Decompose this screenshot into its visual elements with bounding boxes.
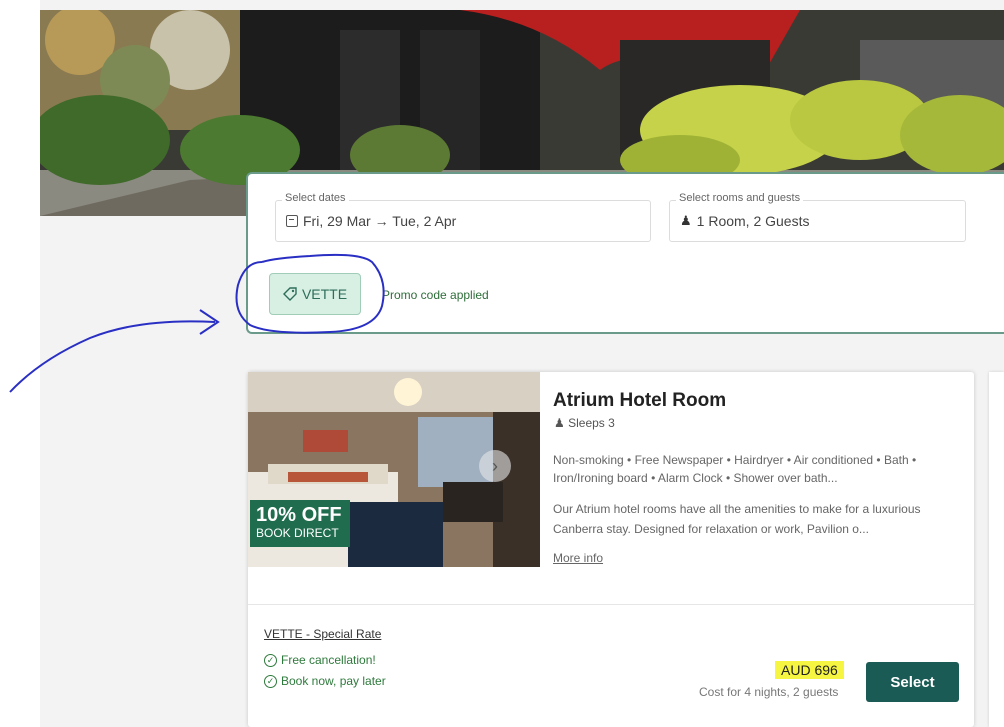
room-description: Our Atrium hotel rooms have all the amen… (553, 502, 921, 536)
rooms-value: 1 Room, 2 Guests (696, 213, 810, 229)
perk-text: Free cancellation! (281, 653, 376, 667)
rooms-guests-field[interactable]: Select rooms and guests ♟ 1 Room, 2 Gues… (669, 192, 966, 242)
dates-value: Fri, 29 Mar → Tue, 2 Apr (303, 213, 457, 229)
carousel-next-button[interactable]: › (479, 450, 511, 482)
check-circle-icon: ✓ (264, 674, 277, 688)
dates-field[interactable]: Select dates Fri, 29 Mar → Tue, 2 Apr (275, 192, 651, 242)
room-photo[interactable]: › 10% OFF BOOK DIRECT (248, 372, 540, 567)
booking-search-panel: Select dates Fri, 29 Mar → Tue, 2 Apr Se… (246, 172, 1004, 334)
perk-text: Book now, pay later (281, 674, 386, 688)
amenities-list: Non-smoking • Free Newspaper • Hairdryer… (553, 453, 917, 485)
card-divider (248, 604, 974, 605)
check-circle-icon: ✓ (264, 653, 277, 667)
promo-status-text: Promo code applied (382, 288, 489, 302)
rooms-label: Select rooms and guests (676, 192, 804, 204)
price: AUD 696 (775, 661, 844, 679)
discount-badge-sub: BOOK DIRECT (256, 526, 339, 540)
calendar-icon (286, 215, 298, 227)
rooms-value-row: ♟ 1 Room, 2 Guests (680, 213, 809, 229)
discount-badge-main: 10% OFF (256, 504, 342, 526)
next-room-card-edge (989, 372, 1004, 727)
price-note: Cost for 4 nights, 2 guests (699, 685, 839, 699)
tag-icon (282, 287, 297, 301)
promo-code-text: VETTE (301, 286, 348, 302)
rate-name-link[interactable]: VETTE - Special Rate (264, 627, 381, 641)
room-title: Atrium Hotel Room (553, 390, 727, 411)
sleeps-text: Sleeps 3 (568, 416, 615, 430)
dates-label: Select dates (282, 192, 349, 204)
promo-code-chip[interactable]: VETTE (269, 273, 361, 315)
sleeps-info: ♟ Sleeps 3 (554, 416, 615, 430)
person-icon: ♟ (554, 416, 565, 430)
person-icon: ♟ (680, 213, 692, 228)
dates-value-row: Fri, 29 Mar → Tue, 2 Apr (286, 213, 456, 229)
perk-free-cancellation: ✓ Free cancellation! (264, 653, 376, 667)
room-card: › 10% OFF BOOK DIRECT Atrium Hotel Room … (248, 372, 974, 727)
select-button[interactable]: Select (866, 662, 959, 702)
more-info-link[interactable]: More info (553, 551, 603, 565)
perk-pay-later: ✓ Book now, pay later (264, 674, 386, 688)
discount-badge: 10% OFF BOOK DIRECT (250, 500, 350, 547)
chevron-right-icon: › (492, 455, 498, 476)
